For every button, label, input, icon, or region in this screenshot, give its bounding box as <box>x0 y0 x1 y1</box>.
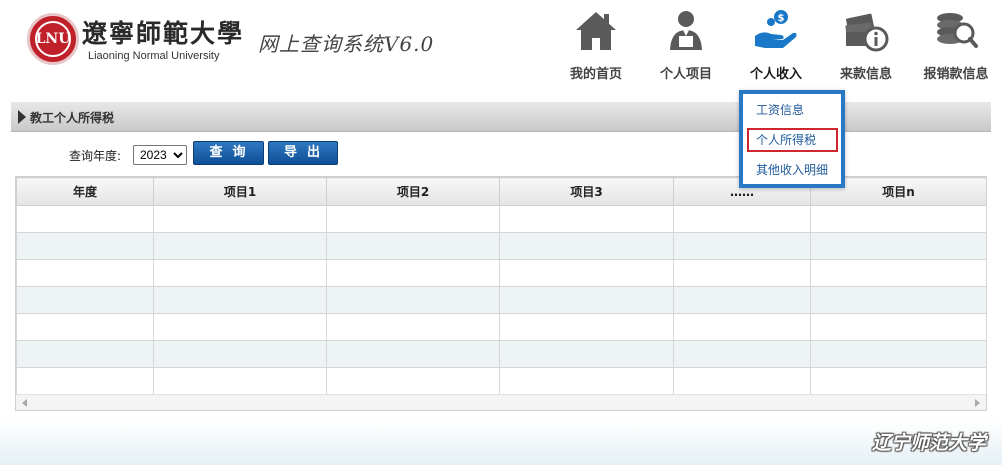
table-cell <box>326 205 500 233</box>
table-cell <box>16 313 154 341</box>
column-header[interactable]: 年度 <box>16 177 154 206</box>
section-arrow-icon <box>18 110 26 124</box>
menu-item-income-tax[interactable]: 个人所得税 <box>747 128 838 152</box>
university-name-en: Liaoning Normal University <box>88 50 220 62</box>
table-cell <box>673 259 811 287</box>
footer-signature: 辽宁师范大学 <box>871 432 986 454</box>
year-select[interactable]: 2023 <box>133 145 187 165</box>
nav-income[interactable]: $ 个人收入 <box>739 8 813 98</box>
table-cell <box>153 259 327 287</box>
menu-item-salary[interactable]: 工资信息 <box>747 99 838 123</box>
table-cell <box>326 286 500 314</box>
table-cell <box>499 367 674 395</box>
table-row <box>16 340 987 368</box>
svg-text:$: $ <box>778 13 785 24</box>
table-cell <box>326 259 500 287</box>
nav-reimbursement[interactable]: 报销款信息 <box>919 8 993 86</box>
table-cell <box>16 367 154 395</box>
table-cell <box>810 367 987 395</box>
nav-projects-label: 个人项目 <box>659 67 712 82</box>
data-grid: 年度 项目1 项目2 项目3 …… 项目n <box>16 177 987 395</box>
money-info-icon <box>845 13 889 52</box>
table-cell <box>673 286 811 314</box>
person-icon <box>670 11 702 50</box>
table-cell <box>499 259 674 287</box>
table-row <box>16 205 987 233</box>
income-dropdown-menu: 工资信息 个人所得税 其他收入明细 <box>739 90 845 188</box>
table-cell <box>499 205 674 233</box>
horizontal-scrollbar[interactable] <box>16 394 986 410</box>
table-cell <box>499 313 674 341</box>
table-cell <box>326 232 500 260</box>
column-header[interactable]: 项目1 <box>153 177 327 206</box>
nav-incoming-payment[interactable]: 来款信息 <box>829 8 903 86</box>
table-cell <box>810 286 987 314</box>
menu-item-other-income[interactable]: 其他收入明细 <box>747 159 838 183</box>
table-row <box>16 232 987 260</box>
table-cell <box>16 340 154 368</box>
scroll-left-icon[interactable] <box>22 399 27 407</box>
university-name-cn: 遼寧師範大學 <box>82 19 245 48</box>
nav-home[interactable]: 我的首页 <box>559 8 633 86</box>
table-cell <box>810 340 987 368</box>
table-cell <box>326 313 500 341</box>
table-row <box>16 367 987 395</box>
nav-projects[interactable]: 个人项目 <box>649 8 723 86</box>
nav-income-label: 个人收入 <box>749 67 802 82</box>
table-cell <box>153 205 327 233</box>
table-cell <box>16 286 154 314</box>
money-hand-icon: $ <box>755 10 797 48</box>
nav-home-label: 我的首页 <box>569 67 622 82</box>
table-cell <box>153 367 327 395</box>
year-label: 查询年度: <box>69 149 122 163</box>
system-title: 网上查询系统V6.0 <box>258 32 435 56</box>
table-row <box>16 286 987 314</box>
university-logo-seal: LNU <box>27 13 79 65</box>
table-cell <box>499 232 674 260</box>
section-title: 教工个人所得税 <box>30 111 115 125</box>
table-cell <box>16 232 154 260</box>
column-header[interactable]: 项目2 <box>326 177 500 206</box>
table-cell <box>673 313 811 341</box>
table-cell <box>673 367 811 395</box>
table-cell <box>810 259 987 287</box>
table-cell <box>499 286 674 314</box>
table-cell <box>326 367 500 395</box>
column-header[interactable]: 项目3 <box>499 177 674 206</box>
table-cell <box>153 340 327 368</box>
table-cell <box>16 205 154 233</box>
table-cell <box>810 205 987 233</box>
search-button[interactable]: 查询 <box>193 141 264 165</box>
table-cell <box>499 340 674 368</box>
page-footer: 辽宁师范大学 <box>0 420 1002 465</box>
table-cell <box>673 340 811 368</box>
table-cell <box>153 286 327 314</box>
scroll-right-icon[interactable] <box>975 399 980 407</box>
table-cell <box>810 313 987 341</box>
nav-reimbursement-label: 报销款信息 <box>923 67 989 82</box>
table-cell <box>153 232 327 260</box>
table-cell <box>673 232 811 260</box>
table-cell <box>326 340 500 368</box>
table-row <box>16 313 987 341</box>
table-cell <box>153 313 327 341</box>
coins-search-icon <box>937 13 978 48</box>
home-icon <box>576 12 616 50</box>
table-cell <box>673 205 811 233</box>
seal-text: LNU <box>35 21 71 57</box>
nav-incoming-payment-label: 来款信息 <box>839 67 892 82</box>
page-header: LNU 遼寧師範大學 Liaoning Normal University 网上… <box>0 0 1002 100</box>
table-cell <box>810 232 987 260</box>
export-button[interactable]: 导出 <box>268 141 338 165</box>
table-cell <box>16 259 154 287</box>
table-row <box>16 259 987 287</box>
income-tax-table: 年度 项目1 项目2 项目3 …… 项目n <box>15 176 987 411</box>
